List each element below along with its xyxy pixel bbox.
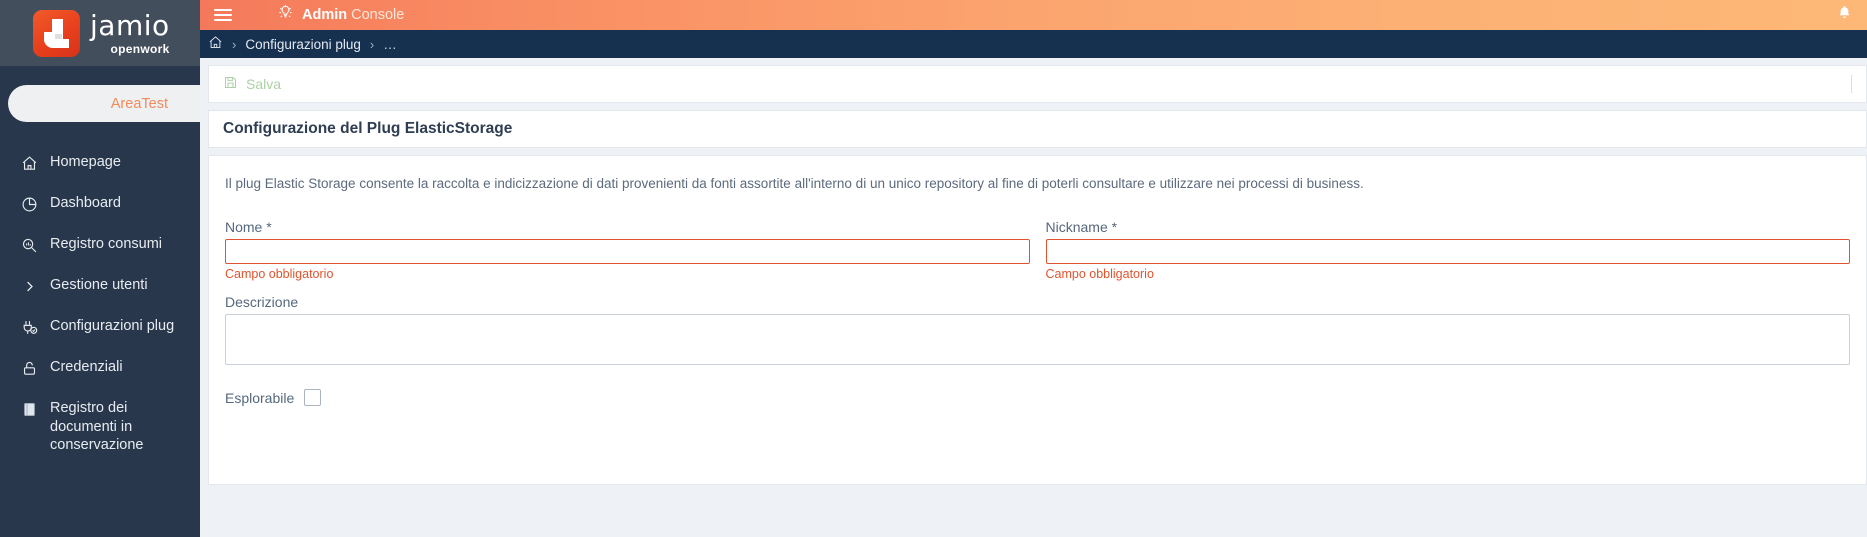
breadcrumb-item-configurazioni-plug[interactable]: Configurazioni plug — [245, 37, 361, 52]
nome-input[interactable] — [225, 239, 1030, 264]
save-button[interactable]: Salva — [223, 75, 281, 93]
home-icon — [20, 154, 38, 172]
sidebar: jamio openwork AreaTest Homepage Dashboa… — [0, 0, 200, 537]
breadcrumb-separator: › — [369, 36, 375, 52]
gear-lightbulb-icon — [276, 3, 295, 27]
console-title-bold: Admin — [302, 7, 348, 23]
form-row-primary: Nome * Campo obbligatorio Nickname * Cam… — [225, 219, 1850, 281]
field-esplorabile: Esplorabile — [225, 389, 1850, 406]
brand-name: jamio — [90, 8, 170, 42]
brand-subname: openwork — [110, 41, 170, 56]
pie-chart-icon — [20, 195, 38, 213]
search-chart-icon — [20, 236, 38, 254]
field-descrizione: Descrizione — [225, 294, 1850, 370]
esplorabile-label: Esplorabile — [225, 389, 295, 406]
descrizione-label: Descrizione — [225, 294, 299, 310]
nickname-input[interactable] — [1045, 239, 1850, 264]
sidebar-item-label: Registro dei documenti in conservazione — [50, 400, 144, 454]
sidebar-item-dashboard[interactable]: Dashboard — [0, 183, 200, 224]
breadcrumb-separator: › — [232, 36, 237, 52]
main-area: Admin Console › Configurazioni plug › … — [200, 0, 1867, 537]
sidebar-item-homepage[interactable]: Homepage — [0, 142, 200, 183]
sidebar-nav: Homepage Dashboard Registro consumi Gest… — [0, 142, 200, 466]
nickname-label: Nickname * — [1045, 219, 1118, 235]
hamburger-icon[interactable] — [214, 6, 232, 24]
plug-check-icon — [20, 318, 38, 336]
nickname-error: Campo obbligatorio — [1045, 267, 1154, 281]
sidebar-item-gestione-utenti[interactable]: Gestione utenti — [0, 265, 200, 306]
page-title: Configurazione del Plug ElasticStorage — [223, 120, 513, 137]
area-label: AreaTest — [110, 95, 168, 112]
bell-icon[interactable] — [1836, 4, 1853, 26]
sidebar-item-credenziali[interactable]: Credenziali — [0, 347, 200, 388]
brand-wordmark: jamio openwork — [90, 8, 170, 56]
descrizione-textarea[interactable] — [225, 314, 1850, 365]
page-title-card: Configurazione del Plug ElasticStorage — [208, 110, 1867, 148]
home-icon[interactable] — [208, 35, 223, 53]
form-fields: Nome * Campo obbligatorio Nickname * Cam… — [209, 191, 1866, 406]
area-selector[interactable]: AreaTest — [8, 85, 200, 122]
action-toolbar: Salva — [208, 65, 1867, 103]
jamio-logo-icon — [33, 9, 80, 57]
app-root: jamio openwork AreaTest Homepage Dashboa… — [0, 0, 1867, 537]
floppy-disk-icon — [223, 75, 238, 93]
esplorabile-checkbox[interactable] — [304, 389, 322, 406]
plug-config-form: Il plug Elastic Storage consente la racc… — [208, 155, 1867, 485]
breadcrumb-item-current[interactable]: … — [383, 37, 398, 52]
sidebar-item-label: Gestione utenti — [50, 277, 148, 293]
form-description: Il plug Elastic Storage consente la racc… — [225, 176, 1364, 191]
book-icon — [20, 400, 38, 418]
top-bar: Admin Console — [200, 0, 1867, 30]
brand-logo[interactable]: jamio openwork — [0, 0, 200, 66]
save-button-label: Salva — [246, 76, 282, 92]
sidebar-item-registro-consumi[interactable]: Registro consumi — [0, 224, 200, 265]
console-title-light: Console — [351, 7, 405, 23]
console-title: Admin Console — [302, 7, 404, 23]
sidebar-item-label: Registro consumi — [50, 236, 163, 252]
chevron-right-icon — [20, 277, 38, 295]
field-nickname: Nickname * Campo obbligatorio — [1045, 219, 1850, 281]
toolbar-divider — [1851, 75, 1852, 93]
sidebar-item-label: Credenziali — [50, 359, 123, 375]
sidebar-item-label: Configurazioni plug — [50, 318, 175, 334]
nome-error: Campo obbligatorio — [225, 267, 334, 281]
content-area: Salva Configurazione del Plug ElasticSto… — [200, 58, 1867, 537]
sidebar-item-label: Dashboard — [50, 195, 121, 211]
breadcrumb: › Configurazioni plug › … — [200, 30, 1867, 58]
lock-icon — [20, 359, 38, 377]
sidebar-item-configurazioni-plug[interactable]: Configurazioni plug — [0, 306, 200, 347]
console-brand: Admin Console — [276, 3, 404, 27]
field-nome: Nome * Campo obbligatorio — [225, 219, 1030, 281]
sidebar-item-label: Homepage — [50, 154, 121, 170]
sidebar-item-registro-documenti[interactable]: Registro dei documenti in conservazione — [0, 388, 200, 466]
nome-label: Nome * — [225, 219, 272, 235]
